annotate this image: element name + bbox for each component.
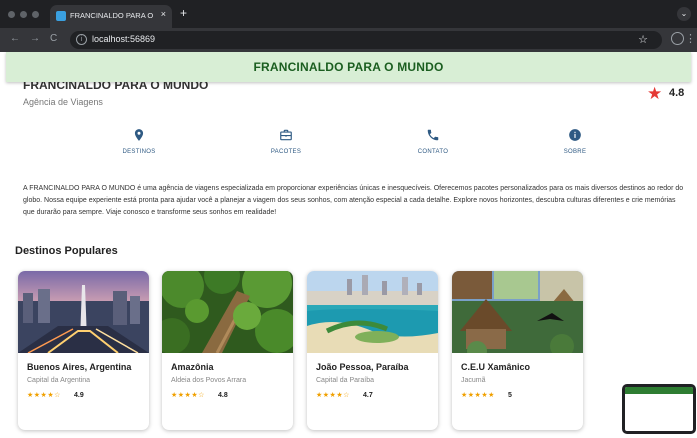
tab-close-icon[interactable]: × [161,9,166,19]
url-text: localhost:56869 [92,34,156,44]
rating-star-icon: ★ [647,84,663,103]
tab-search-chevron-icon[interactable]: ⌄ [677,7,691,21]
tab-title: FRANCINALDO PARA O MUNDO [70,11,154,20]
sobre-button[interactable]: SOBRE [535,128,615,155]
card-subtitle: Aldeia dos Povos Arrara [171,377,247,384]
agency-rating: 4.8 [669,87,685,99]
forward-button[interactable]: → [30,33,40,44]
maximize-window-dot[interactable] [32,11,39,18]
destination-card-ceu-xamanico[interactable]: C.E.U Xamânico Jacumã ★★★★★ 5 [452,271,583,430]
contato-button[interactable]: CONTATO [393,128,473,155]
card-stars-icon: ★★★★☆ [27,392,61,399]
reload-button[interactable]: C [50,33,57,44]
card-stars-icon: ★★★★☆ [171,392,205,399]
section-title: Destinos Populares [15,245,118,257]
info-icon [569,129,581,141]
destinos-label: DESTINOS [122,149,156,155]
location-pin-icon [134,129,144,141]
favicon-icon [56,11,66,21]
card-rating: 4.7 [363,392,373,399]
card-stars-icon: ★★★★★ [461,392,495,399]
destination-card-joao-pessoa[interactable]: João Pessoa, Paraíba Capital da Paraíba … [307,271,438,430]
pacotes-button[interactable]: PACOTES [246,128,326,155]
agency-description: A FRANCINALDO PARA O MUNDO é uma agência… [23,185,684,216]
joao-pessoa-image [307,271,438,353]
browser-tab[interactable]: FRANCINALDO PARA O MUNDO × [50,5,172,28]
card-title: João Pessoa, Paraíba [316,362,409,372]
destination-card-amazonia[interactable]: Amazônia Aldeia dos Povos Arrara ★★★★☆ 4… [162,271,293,430]
minimize-window-dot[interactable] [20,11,27,18]
close-window-dot[interactable] [8,11,15,18]
card-stars-icon: ★★★★☆ [316,392,350,399]
card-subtitle: Jacumã [461,377,486,384]
card-title: Amazônia [171,362,214,372]
card-title: Buenos Aires, Argentina [27,362,132,372]
amazonia-image [162,271,293,353]
address-bar[interactable]: i localhost:56869 ☆ ⋮ [70,31,696,49]
back-button[interactable]: ← [10,33,20,44]
page-content: FRANCINALDO PARA O MUNDO FRANCINALDO PAR… [0,52,697,438]
bookmark-star-icon[interactable]: ☆ [638,33,648,46]
navigation-bar: ← → C i localhost:56869 ☆ ⋮ [0,28,697,52]
card-rating: 4.8 [218,392,228,399]
card-subtitle: Capital da Argentina [27,377,91,384]
card-rating: 5 [508,392,512,399]
browser-menu-icon[interactable]: ⋮ [685,32,696,45]
app-bar-title: FRANCINALDO PARA O MUNDO [253,60,444,74]
preview-thumbnail-screen [625,387,693,431]
preview-thumbnail[interactable] [622,384,696,434]
contato-label: CONTATO [417,149,449,155]
card-title: C.E.U Xamânico [461,362,531,372]
card-rating: 4.9 [74,392,84,399]
card-subtitle: Capital da Paraíba [316,377,374,384]
browser-chrome: FRANCINALDO PARA O MUNDO × + ⌄ ← → C i l… [0,0,697,52]
pacotes-label: PACOTES [270,149,302,155]
ceu-xamanico-image [452,271,583,353]
buenos-aires-image [18,271,149,353]
briefcase-icon [280,129,292,141]
sobre-label: SOBRE [563,149,587,155]
phone-icon [427,129,439,141]
preview-thumbnail-appbar [625,387,693,394]
app-bar: FRANCINALDO PARA O MUNDO [6,52,691,82]
agency-subtitle: Agência de Viagens [23,97,103,107]
destinos-button[interactable]: DESTINOS [99,128,179,155]
new-tab-button[interactable]: + [180,6,187,20]
profile-icon[interactable] [671,32,684,45]
destination-card-buenos-aires[interactable]: Buenos Aires, Argentina Capital da Argen… [18,271,149,430]
site-info-icon[interactable]: i [76,34,87,45]
tab-bar: FRANCINALDO PARA O MUNDO × + ⌄ [0,0,697,28]
